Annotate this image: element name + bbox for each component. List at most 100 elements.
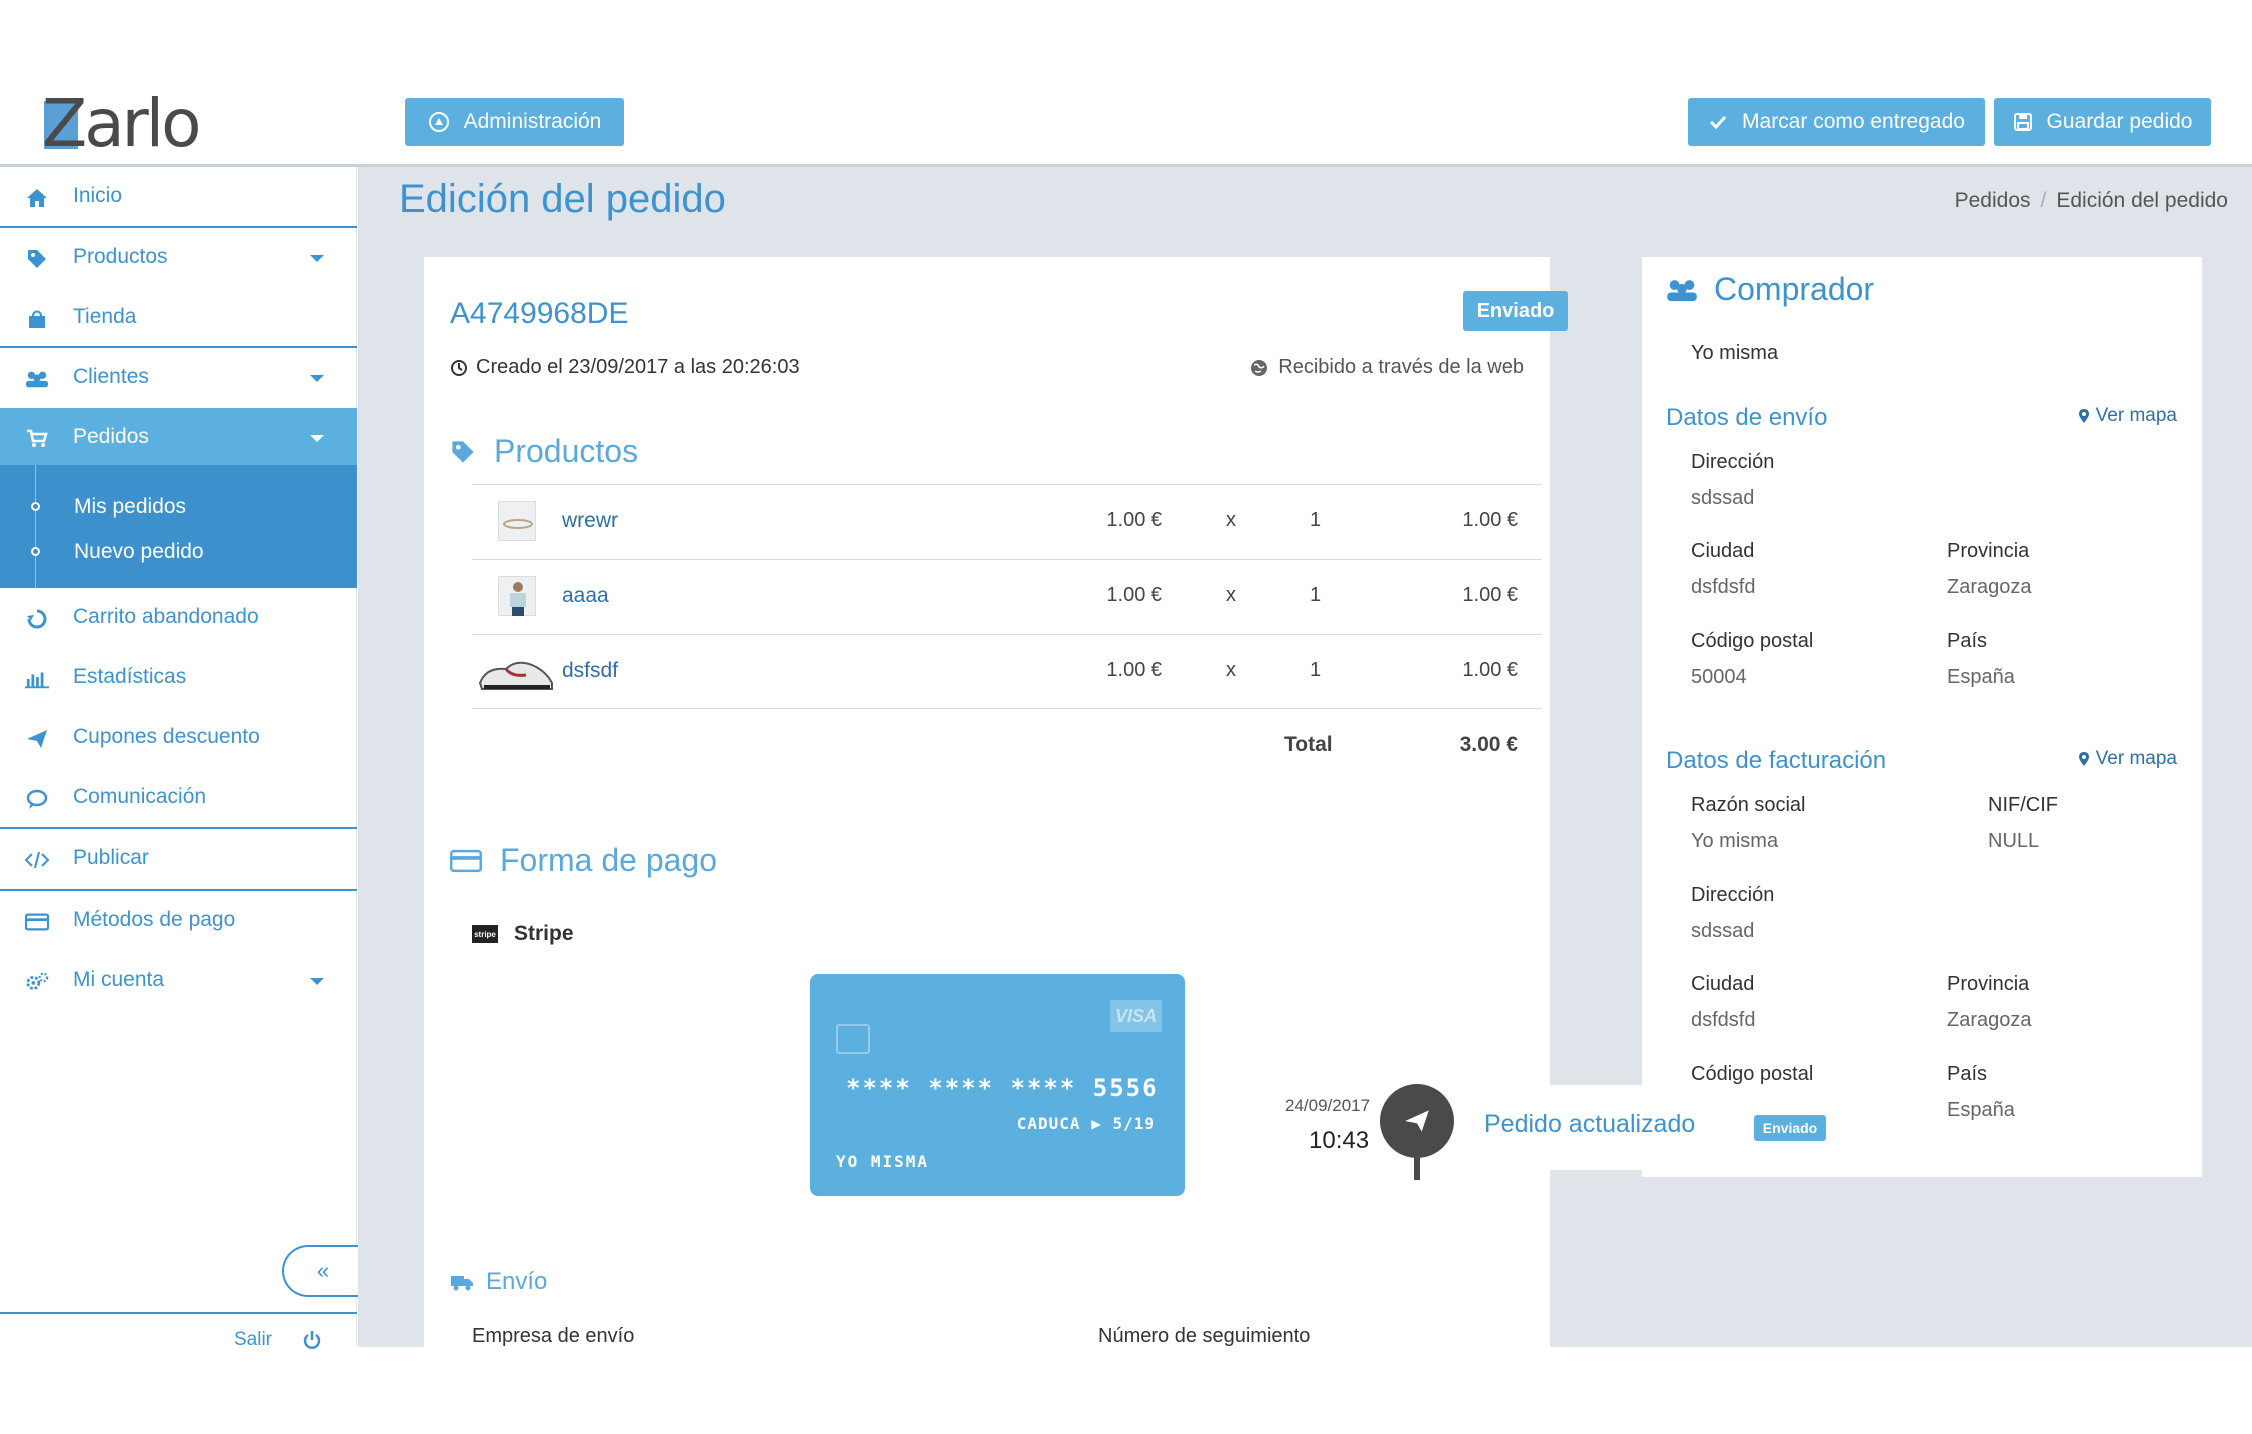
address-label: Dirección	[1691, 451, 1775, 473]
payment-method: stripe Stripe	[472, 922, 574, 946]
sidebar-item-label: Carrito abandonado	[73, 605, 259, 628]
sidebar-item-metodos-de-pago[interactable]: Métodos de pago	[0, 891, 357, 951]
buyer-section-title: Comprador	[1666, 271, 1874, 308]
logout-link[interactable]: Salir	[234, 1329, 272, 1351]
users-icon	[1667, 279, 1697, 301]
sidebar-item-clientes[interactable]: Clientes	[0, 348, 357, 408]
sidebar-item-label: Cupones descuento	[73, 725, 260, 748]
sidebar-item-label: Productos	[73, 245, 168, 268]
mark-delivered-button[interactable]: Marcar como entregado	[1688, 98, 1985, 146]
total-label: Total	[1284, 733, 1333, 756]
order-total-row: Total 3.00 €	[472, 729, 1542, 769]
submenu-item-mis-pedidos[interactable]: Mis pedidos	[74, 495, 186, 519]
company-value: Yo misma	[1691, 830, 1779, 852]
product-quantity: 1	[1310, 584, 1322, 606]
globe-icon	[1251, 359, 1268, 376]
timeline-node	[1380, 1084, 1454, 1158]
address-value: sdssad	[1691, 920, 1755, 942]
country-label: País	[1947, 1063, 1988, 1085]
sidebar-item-cupones-descuento[interactable]: Cupones descuento	[0, 708, 357, 768]
sidebar-item-mi-cuenta[interactable]: Mi cuenta	[0, 951, 357, 1011]
submenu-item-nuevo-pedido[interactable]: Nuevo pedido	[74, 540, 204, 564]
table-row: aaaa 1.00 € x 1 1.00 €	[472, 559, 1542, 634]
country-label: País	[1947, 630, 1988, 652]
logo[interactable]: Zarlo	[42, 89, 202, 159]
save-order-button[interactable]: Guardar pedido	[1994, 98, 2211, 146]
power-icon[interactable]	[302, 1330, 322, 1355]
main-content: Edición del pedido Pedidos / Edición del p…	[358, 167, 2252, 1347]
sidebar-item-inicio[interactable]: Inicio	[0, 167, 357, 227]
address-value: sdssad	[1691, 487, 1755, 509]
paper-plane-icon	[1405, 1110, 1429, 1132]
zip-label: Código postal	[1691, 630, 1814, 652]
product-name-link[interactable]: wrewr	[562, 509, 618, 533]
country-value: España	[1947, 666, 2015, 688]
multiply-sign: x	[1226, 509, 1236, 531]
sidebar-item-pedidos[interactable]: Pedidos	[0, 408, 357, 468]
product-name-link[interactable]: dsfsdf	[562, 659, 618, 683]
sidebar-item-label: Pedidos	[73, 425, 149, 448]
shopping-bag-icon	[25, 307, 49, 331]
sidebar-item-productos[interactable]: Productos	[0, 228, 357, 288]
billing-map-link[interactable]: Ver mapa	[2078, 748, 2177, 770]
total-value: 3.00 €	[1459, 733, 1518, 756]
collapse-sidebar-button[interactable]: «	[282, 1245, 362, 1297]
buyer-card: Comprador Yo misma Datos de envío Ver ma…	[1642, 257, 2202, 1177]
sidebar-item-carrito-abandonado[interactable]: Carrito abandonado	[0, 588, 357, 648]
chevron-down-icon	[310, 435, 324, 442]
shipping-map-link[interactable]: Ver mapa	[2078, 405, 2177, 427]
product-name-link[interactable]: aaaa	[562, 584, 609, 608]
product-quantity: 1	[1310, 659, 1322, 681]
product-price: 1.00 €	[1106, 659, 1162, 681]
card-chip-icon	[836, 1024, 870, 1054]
code-icon	[25, 848, 49, 872]
stripe-logo: stripe	[472, 925, 498, 943]
buyer-title: Comprador	[1714, 271, 1875, 307]
double-chevron-left-icon: «	[316, 1258, 330, 1283]
map-link-label: Ver mapa	[2095, 748, 2177, 769]
paper-plane-icon	[25, 727, 49, 751]
product-total: 1.00 €	[1462, 659, 1518, 681]
products-table: wrewr 1.00 € x 1 1.00 € aaaa 1.00 € x 1 …	[472, 484, 1542, 709]
sidebar-item-tienda[interactable]: Tienda	[0, 288, 357, 348]
city-value: dsfdsfd	[1691, 1009, 1756, 1031]
card-expiry: CADUCA ▶ 5/19	[1016, 1114, 1155, 1133]
users-icon	[25, 367, 49, 391]
order-card: A4749968DE Enviado Creado el 23/09/2017 …	[424, 257, 1568, 1347]
billing-data-title: Datos de facturación	[1666, 747, 1887, 774]
save-order-label: Guardar pedido	[2046, 110, 2193, 133]
breadcrumb-separator: /	[2040, 189, 2047, 212]
breadcrumb-item-pedidos[interactable]: Pedidos	[1955, 189, 2031, 212]
shipping-company-label: Empresa de envío	[472, 1325, 635, 1347]
map-link-label: Ver mapa	[2095, 405, 2177, 426]
province-label: Provincia	[1947, 973, 2030, 995]
credit-card-icon	[450, 849, 482, 872]
shipping-section-title: Envío	[450, 1268, 547, 1296]
product-thumbnail[interactable]	[498, 576, 536, 616]
recycle-icon	[25, 607, 49, 631]
breadcrumb-item-current: Edición del pedido	[2056, 189, 2228, 212]
admin-button[interactable]: Administración	[405, 98, 624, 146]
product-thumbnail[interactable]	[476, 653, 554, 693]
timeline-event-card: Pedido actualizado Enviado	[1468, 1085, 1844, 1170]
sidebar-item-comunicacion[interactable]: Comunicación	[0, 768, 357, 828]
visa-logo: VISA	[1110, 1000, 1162, 1032]
truck-icon	[451, 1276, 473, 1291]
product-thumbnail[interactable]	[498, 501, 536, 541]
sidebar-item-estadisticas[interactable]: Estadísticas	[0, 648, 357, 708]
admin-icon	[428, 112, 449, 132]
chevron-down-icon	[310, 375, 324, 382]
chevron-down-icon	[310, 978, 324, 985]
table-row: wrewr 1.00 € x 1 1.00 €	[472, 484, 1542, 559]
payment-method-name: Stripe	[514, 922, 574, 945]
submenu-bullet	[31, 547, 40, 556]
sidebar-divider	[0, 1312, 357, 1314]
map-marker-icon	[2078, 409, 2089, 423]
table-row: dsfsdf 1.00 € x 1 1.00 €	[472, 634, 1542, 709]
sidebar-item-label: Clientes	[73, 365, 149, 388]
products-section-title: Productos	[450, 433, 638, 470]
sidebar-item-publicar[interactable]: Publicar	[0, 829, 357, 889]
received-text: Recibido a través de la web	[1278, 356, 1524, 378]
shipping-title: Envío	[486, 1268, 548, 1295]
sidebar: Inicio Productos Tienda Clientes Pedidos…	[0, 167, 362, 1350]
